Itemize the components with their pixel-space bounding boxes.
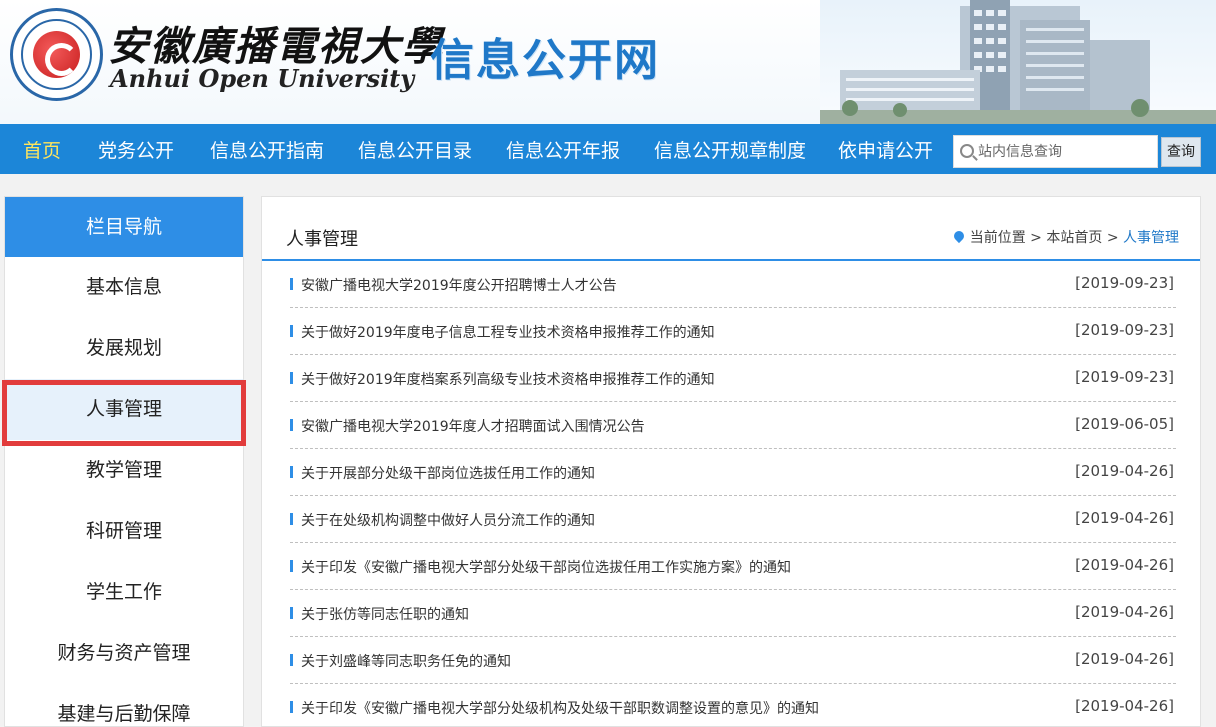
list-bullet <box>290 560 293 572</box>
sidebar-item-basic-info[interactable]: 基本信息 <box>5 257 243 318</box>
news-title-link[interactable]: 安徽广播电视大学2019年度人才招聘面试入围情况公告 <box>301 416 645 436</box>
list-bullet <box>290 513 293 525</box>
sidebar-item-development-plan[interactable]: 发展规划 <box>5 318 243 379</box>
site-title: 信息公开网 <box>430 35 660 86</box>
sidebar-item-teaching[interactable]: 教学管理 <box>5 440 243 501</box>
site-header: 安徽廣播電視大學 Anhui Open University 信息公开网 <box>0 0 1216 124</box>
news-date: [2019-09-23] <box>1075 321 1174 339</box>
nav-item-disclosure-guide[interactable]: 信息公开指南 <box>210 136 324 163</box>
nav-item-home[interactable]: 首页 <box>23 136 61 163</box>
list-bullet <box>290 278 293 290</box>
university-logo[interactable] <box>10 8 103 101</box>
news-item[interactable]: 关于在处级机构调整中做好人员分流工作的通知 [2019-04-26] <box>290 496 1176 543</box>
news-date: [2019-04-26] <box>1075 603 1174 621</box>
news-item[interactable]: 安徽广播电视大学2019年度公开招聘博士人才公告 [2019-09-23] <box>290 261 1176 308</box>
news-title-link[interactable]: 关于刘盛峰等同志职务任免的通知 <box>301 651 511 671</box>
list-bullet <box>290 607 293 619</box>
sidebar: 栏目导航 基本信息 发展规划 人事管理 教学管理 科研管理 学生工作 财务与资产… <box>4 196 244 727</box>
university-name-en: Anhui Open University <box>110 64 415 93</box>
news-date: [2019-04-26] <box>1075 650 1174 668</box>
nav-item-regulations[interactable]: 信息公开规章制度 <box>654 136 806 163</box>
news-item[interactable]: 关于做好2019年度电子信息工程专业技术资格申报推荐工作的通知 [2019-09-… <box>290 308 1176 355</box>
news-date: [2019-04-26] <box>1075 697 1174 715</box>
sidebar-item-construction-logistics[interactable]: 基建与后勤保障 <box>5 684 243 726</box>
nav-item-apply-disclosure[interactable]: 依申请公开 <box>838 136 933 163</box>
page-title: 人事管理 <box>286 229 358 250</box>
nav-item-disclosure-catalog[interactable]: 信息公开目录 <box>358 136 472 163</box>
breadcrumb-current[interactable]: 人事管理 <box>1123 230 1179 246</box>
breadcrumb-prefix: 当前位置 <box>969 230 1026 246</box>
news-date: [2019-09-23] <box>1075 368 1174 386</box>
content-panel: 人事管理 当前位置 > 本站首页 > 人事管理 安徽广播电视大学2019年度公开… <box>261 196 1201 727</box>
news-title-link[interactable]: 关于印发《安徽广播电视大学部分处级干部岗位选拔任用工作实施方案》的通知 <box>301 557 791 577</box>
news-item[interactable]: 关于刘盛峰等同志职务任免的通知 [2019-04-26] <box>290 637 1176 684</box>
news-title-link[interactable]: 关于张仿等同志任职的通知 <box>301 604 469 624</box>
news-item[interactable]: 关于做好2019年度档案系列高级专业技术资格申报推荐工作的通知 [2019-09-… <box>290 355 1176 402</box>
news-item[interactable]: 关于印发《安徽广播电视大学部分处级干部岗位选拔任用工作实施方案》的通知 [2019… <box>290 543 1176 590</box>
list-bullet <box>290 419 293 431</box>
nav-item-annual-report[interactable]: 信息公开年报 <box>506 136 620 163</box>
sidebar-item-student-affairs[interactable]: 学生工作 <box>5 562 243 623</box>
news-title-link[interactable]: 关于在处级机构调整中做好人员分流工作的通知 <box>301 510 595 530</box>
news-date: [2019-06-05] <box>1075 415 1174 433</box>
news-item[interactable]: 安徽广播电视大学2019年度人才招聘面试入围情况公告 [2019-06-05] <box>290 402 1176 449</box>
sidebar-heading: 栏目导航 <box>5 197 243 257</box>
search-box <box>953 135 1158 168</box>
campus-building-image <box>820 0 1216 124</box>
news-title-link[interactable]: 关于做好2019年度档案系列高级专业技术资格申报推荐工作的通知 <box>301 369 715 389</box>
news-date: [2019-04-26] <box>1075 509 1174 527</box>
news-item[interactable]: 关于印发《安徽广播电视大学部分处级机构及处级干部职数调整设置的意见》的通知 [20… <box>290 684 1176 726</box>
location-pin-icon <box>951 228 966 244</box>
news-item[interactable]: 关于张仿等同志任职的通知 [2019-04-26] <box>290 590 1176 637</box>
news-date: [2019-04-26] <box>1075 556 1174 574</box>
news-title-link[interactable]: 关于做好2019年度电子信息工程专业技术资格申报推荐工作的通知 <box>301 322 715 342</box>
list-bullet <box>290 654 293 666</box>
breadcrumb-home-link[interactable]: 本站首页 <box>1046 230 1102 246</box>
breadcrumb: 当前位置 > 本站首页 > 人事管理 <box>951 227 1179 247</box>
news-title-link[interactable]: 关于开展部分处级干部岗位选拔任用工作的通知 <box>301 463 595 483</box>
list-bullet <box>290 372 293 384</box>
breadcrumb-separator: > <box>1106 230 1119 246</box>
news-list: 安徽广播电视大学2019年度公开招聘博士人才公告 [2019-09-23] 关于做… <box>290 261 1176 726</box>
news-item[interactable]: 关于开展部分处级干部岗位选拔任用工作的通知 [2019-04-26] <box>290 449 1176 496</box>
search-icon <box>960 144 974 158</box>
sidebar-item-finance-assets[interactable]: 财务与资产管理 <box>5 623 243 684</box>
list-bullet <box>290 325 293 337</box>
news-date: [2019-09-23] <box>1075 274 1174 292</box>
news-title-link[interactable]: 关于印发《安徽广播电视大学部分处级机构及处级干部职数调整设置的意见》的通知 <box>301 698 819 718</box>
list-bullet <box>290 466 293 478</box>
search-button[interactable]: 查询 <box>1161 137 1201 167</box>
list-bullet <box>290 701 293 713</box>
content-header: 人事管理 当前位置 > 本站首页 > 人事管理 <box>262 197 1200 261</box>
breadcrumb-separator: > <box>1030 230 1042 246</box>
sidebar-item-research[interactable]: 科研管理 <box>5 501 243 562</box>
news-title-link[interactable]: 安徽广播电视大学2019年度公开招聘博士人才公告 <box>301 275 617 295</box>
search-input[interactable] <box>978 142 1153 162</box>
news-date: [2019-04-26] <box>1075 462 1174 480</box>
nav-item-party-affairs[interactable]: 党务公开 <box>98 136 174 163</box>
logo-emblem-icon <box>33 31 80 78</box>
selection-highlight-box <box>2 380 246 446</box>
